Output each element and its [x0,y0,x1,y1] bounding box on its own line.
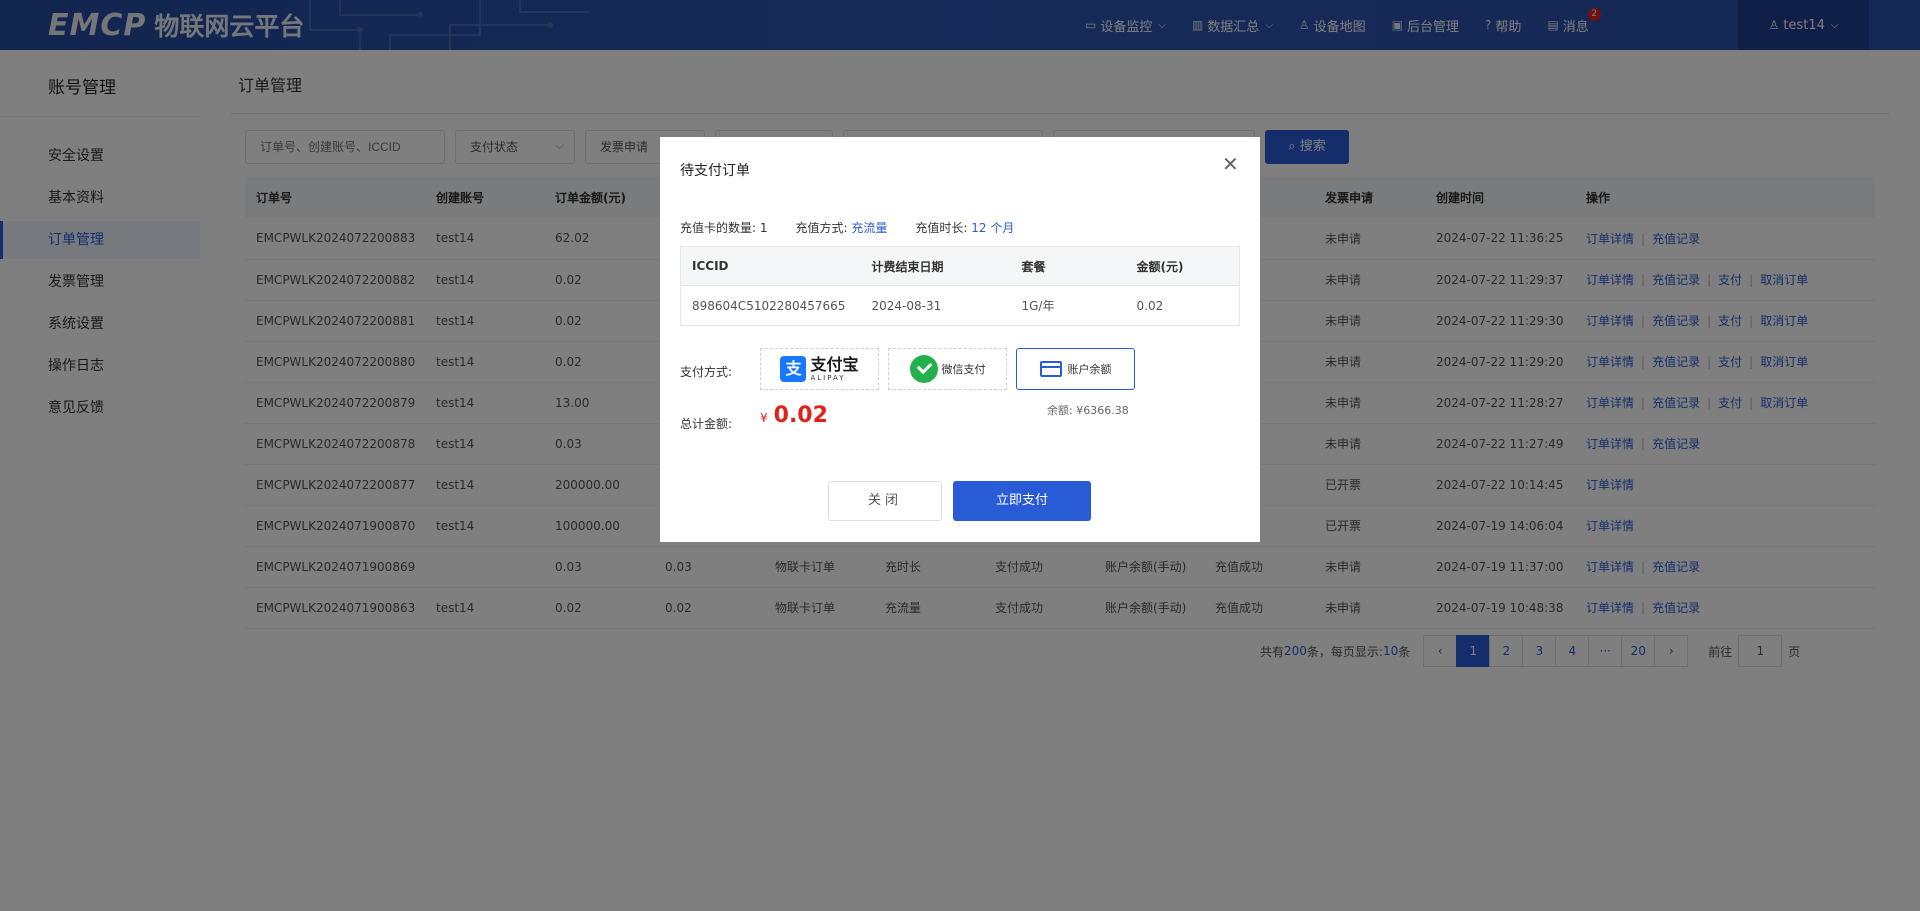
card-count-label: 充值卡的数量: [680,221,757,235]
pay-method-label: 支付方式: [680,365,733,379]
card-detail-table: ICCID 计费结束日期 套餐 金额(元) 898604C51022804576… [680,246,1240,326]
pending-payment-dialog: 待支付订单 ✕ 充值卡的数量: 1 充值方式: 充流量 充值时长: 12 个月 … [660,137,1260,542]
recharge-method-label: 充值方式: [795,221,848,235]
col-header: 套餐 [1010,246,1126,286]
account-balance: 余额: ¥6366.38 [1047,404,1129,417]
pay-now-button[interactable]: 立即支付 [953,481,1091,521]
total-amount: ¥ 0.02 [760,403,828,428]
dialog-title: 待支付订单 [680,163,750,179]
total-value: 0.02 [773,403,828,428]
recharge-method-value: 充流量 [851,221,888,235]
total-label: 总计金额: [680,417,733,431]
balance-pay-option[interactable]: 账户余额 [1016,348,1135,390]
alipay-logo: 支 支付宝 ALIPAY [780,354,859,382]
alipay-icon: 支 [780,356,807,382]
balance-pay-label: 账户余额 [1067,363,1112,376]
col-header: 计费结束日期 [860,246,1011,286]
end-date-cell: 2024-08-31 [860,285,1011,326]
package-cell: 1G/年 [1010,285,1126,326]
card-icon [1039,361,1062,377]
card-count: 充值卡的数量: 1 [680,219,768,236]
wechat-pay-label: 微信支付 [941,363,986,376]
wechat-icon [909,355,938,383]
table-row: 898604C5102280457665 2024-08-31 1G/年 0.0… [680,285,1240,326]
amount-cell: 0.02 [1125,285,1240,326]
wechat-pay-option[interactable]: 微信支付 [888,348,1007,390]
recharge-duration-label: 充值时长: [915,221,968,235]
close-icon[interactable]: ✕ [1222,152,1239,176]
card-count-value: 1 [759,221,768,235]
order-summary: 充值卡的数量: 1 充值方式: 充流量 充值时长: 12 个月 [680,219,1042,236]
close-button[interactable]: 关闭 [828,481,942,521]
recharge-duration-value: 12 个月 [971,221,1015,235]
alipay-cn-label: 支付宝 [810,354,859,374]
currency-symbol: ¥ [760,411,768,425]
col-header: 金额(元) [1125,246,1240,286]
recharge-method: 充值方式: 充流量 [796,219,888,236]
col-header: ICCID [680,246,861,286]
iccid-cell: 898604C5102280457665 [680,285,861,326]
recharge-duration: 充值时长: 12 个月 [915,219,1014,236]
alipay-option[interactable]: 支 支付宝 ALIPAY [760,348,879,390]
alipay-en-label: ALIPAY [810,373,846,382]
table-header-row: ICCID 计费结束日期 套餐 金额(元) [680,246,1240,286]
